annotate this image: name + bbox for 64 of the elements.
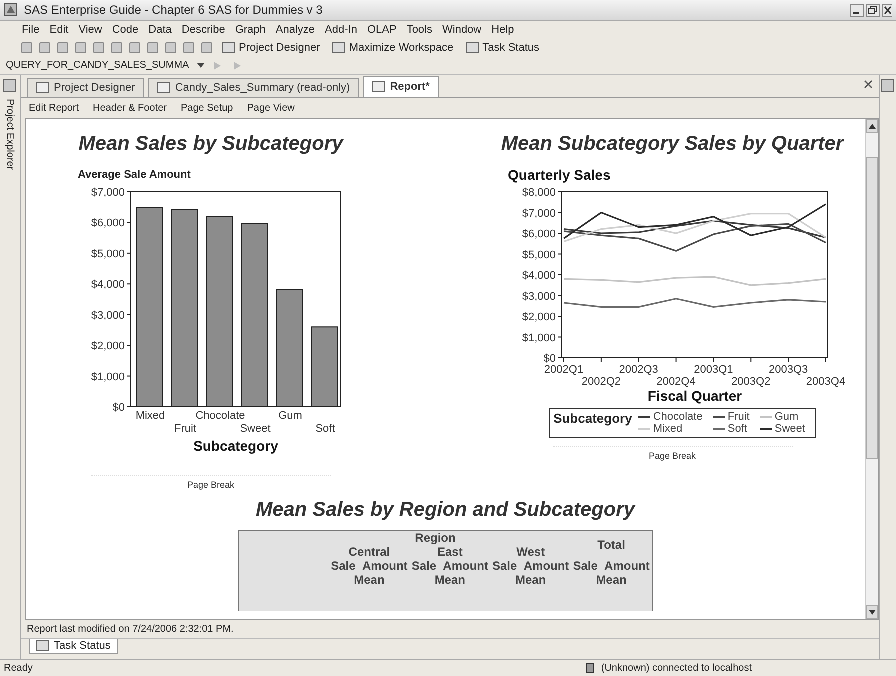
x-axis-title: Fiscal Quarter [648,388,743,404]
y-tick-label: $6,000 [91,218,125,230]
column-header: Total [598,538,626,552]
x-tick-label: 2003Q2 [732,376,771,388]
legend-label: Chocolate [653,411,703,423]
page-break-label: Page Break [187,480,235,490]
report-status-text: Report last modified on 7/24/2006 2:32:01 PM. [27,624,234,634]
x-tick-label: 2002Q1 [544,364,584,376]
y-tick-label: $2,000 [522,312,556,324]
legend-label: Sweet [774,423,806,435]
column-group-header: Region [415,531,456,545]
column-header: East [437,545,463,559]
column-header: Sale_Amount [573,559,650,573]
y-tick-label: $7,000 [522,208,556,220]
x-tick-label: Gum [278,410,302,422]
legend-label: Soft [728,423,748,435]
y-tick-label: $3,000 [522,290,556,303]
y-tick-label: $5,000 [522,249,556,262]
y-tick-label: $2,000 [91,340,125,353]
x-tick-label: 2002Q4 [656,376,696,388]
y-tick-label: $1,000 [522,332,556,344]
column-header: Mean [516,573,546,587]
y-tick-label: $0 [112,402,125,414]
y-tick-label: $3,000 [91,310,125,322]
column-header: Mean [596,573,627,587]
connection-status: (Unknown) connected to localhost [601,662,752,674]
y-tick-label: $8,000 [522,187,556,199]
y-tick-label: $0 [544,353,556,365]
legend-title: Subcategory [554,411,632,428]
x-tick-label: Sweet [240,423,271,435]
legend-label: Gum [774,411,799,423]
x-tick-label: 2003Q1 [694,364,734,376]
table-heading: Mean Sales by Region and Subcategory [256,499,635,522]
x-tick-label: Mixed [136,410,166,422]
x-tick-label: 2002Q2 [582,376,622,388]
page-break-label: Page Break [648,451,696,461]
column-header: West [516,545,546,559]
chart-title: Average Sale Amount [78,169,192,181]
chart-title: Quarterly Sales [508,167,611,183]
status-text: Ready [4,662,33,674]
y-tick-label: $4,000 [522,270,556,282]
window-title: SAS Enterprise Guide - Chapter 6 SAS for Dummies v 3 [24,3,323,17]
x-tick-label: Fruit [174,423,196,435]
column-header: Mean [434,573,466,587]
column-header: Mean [354,573,385,587]
legend-label: Fruit [728,411,750,423]
x-tick-label: 2002Q3 [619,364,658,376]
column-header: Sale_Amount [492,559,570,573]
chart-heading: Mean Sales by Subcategory [78,133,344,156]
x-tick-label: Soft [316,423,336,435]
chart-heading: Mean Subcategory Sales by Quarter [501,133,844,156]
y-tick-label: $6,000 [522,228,556,240]
column-header: Sale_Amount [412,559,488,573]
x-axis-title: Subcategory [194,438,279,454]
y-tick-label: $5,000 [91,248,125,260]
legend-label: Mixed [653,423,683,435]
column-header: Central [348,545,390,559]
x-tick-label: 2003Q4 [806,376,846,388]
y-tick-label: $7,000 [91,187,125,199]
column-header: Sale_Amount [331,559,408,573]
y-tick-label: $4,000 [91,279,125,292]
x-tick-label: 2003Q3 [768,364,808,376]
x-tick-label: Chocolate [196,410,246,422]
y-tick-label: $1,000 [91,371,125,384]
